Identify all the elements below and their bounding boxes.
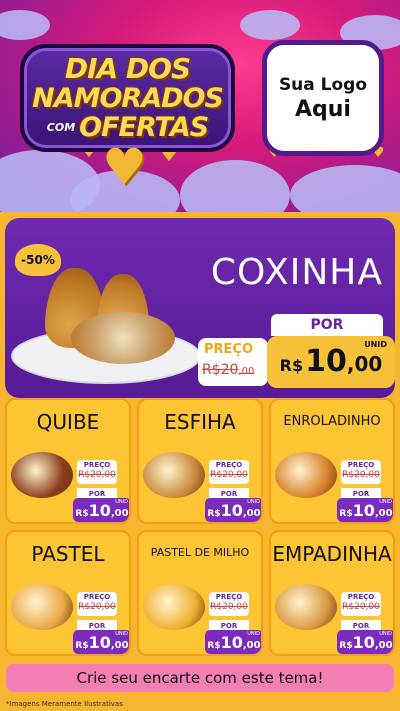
old-price: R$20,00 bbox=[78, 470, 116, 480]
old-price: R$20,00 bbox=[210, 470, 248, 480]
product-card[interactable]: ENROLADINHO PREÇO R$20,00 POR R$ 10,00 UNID bbox=[269, 398, 395, 524]
header-banner: ♥ ♥ ♥ ♥ DIA DOS NAMORADOS COM OFERTAS ♥ … bbox=[0, 0, 400, 212]
logo-text-2: Aqui bbox=[295, 96, 351, 122]
old-price: R$20,00 bbox=[342, 602, 380, 612]
logo-text-1: Sua Logo bbox=[278, 74, 368, 95]
new-price: R$ 10,00 UNID bbox=[337, 498, 393, 522]
old-price-tag: PREÇO R$20,00 bbox=[77, 460, 117, 484]
product-card[interactable]: EMPADINHA PREÇO R$20,00 POR R$ 10,00 UNID bbox=[269, 530, 395, 656]
logo-placeholder[interactable]: Sua Logo Aqui bbox=[262, 40, 384, 156]
title-line-1: DIA DOS bbox=[64, 52, 191, 85]
new-price: R$ 10,00 UNID bbox=[73, 498, 129, 522]
product-name: PASTEL DE MILHO bbox=[150, 546, 250, 559]
preco-label: PREÇO bbox=[83, 593, 111, 601]
product-name: EMPADINHA bbox=[272, 542, 392, 566]
new-price: R$ 10,00 UNID bbox=[73, 630, 129, 654]
old-price: R$20,00 bbox=[342, 470, 380, 480]
offers-panel: -50% COXINHA PREÇO R$20,00 POR R$ 10 ,00… bbox=[0, 212, 400, 711]
coxinha-image bbox=[71, 312, 175, 364]
preco-label: PREÇO bbox=[204, 342, 254, 357]
old-price-tag: PREÇO R$20,00 bbox=[209, 460, 249, 484]
product-name: PASTEL bbox=[31, 542, 105, 566]
disclaimer: *Imagens Meramente Ilustrativas bbox=[6, 700, 123, 708]
new-price: R$ 10,00 UNID bbox=[205, 630, 261, 654]
food-image bbox=[143, 452, 205, 498]
old-price-tag: PREÇO R$20,00 bbox=[341, 592, 381, 616]
product-card[interactable]: PASTEL DE MILHO PREÇO R$20,00 POR R$ 10,00 UNI… bbox=[137, 530, 263, 656]
big-heart-icon: ♥ bbox=[102, 138, 147, 196]
old-price: R$20,00 bbox=[78, 602, 116, 612]
por-label: POR bbox=[271, 314, 383, 336]
preco-label: PREÇO bbox=[215, 593, 243, 601]
discount-badge: -50% bbox=[15, 244, 61, 276]
preco-label: PREÇO bbox=[83, 461, 111, 469]
food-image bbox=[11, 584, 73, 630]
food-image bbox=[11, 452, 73, 498]
new-price: R$ 10,00 UNID bbox=[205, 498, 261, 522]
product-name: ESFIHA bbox=[164, 410, 236, 434]
featured-name: COXINHA bbox=[210, 252, 383, 293]
new-price: R$ 10,00 UNID bbox=[337, 630, 393, 654]
preco-label: PREÇO bbox=[347, 593, 375, 601]
unit-label: UNID bbox=[364, 340, 387, 349]
cta-banner[interactable]: Crie seu encarte com este tema! bbox=[6, 664, 394, 692]
title-line-2: NAMORADOS bbox=[32, 83, 224, 114]
product-card[interactable]: PASTEL PREÇO R$20,00 POR R$ 10,00 UNID bbox=[5, 530, 131, 656]
food-image bbox=[275, 584, 337, 630]
preco-label: PREÇO bbox=[215, 461, 243, 469]
title-small: COM bbox=[46, 121, 76, 134]
campaign-title: DIA DOS NAMORADOS COM OFERTAS bbox=[20, 44, 235, 152]
old-price: R$20,00 bbox=[202, 362, 255, 378]
old-price-tag: PREÇO R$20,00 bbox=[209, 592, 249, 616]
title-line-3: OFERTAS bbox=[79, 112, 209, 143]
food-image bbox=[143, 584, 205, 630]
new-price: R$ 10 ,00 UNID bbox=[267, 336, 395, 388]
preco-label: PREÇO bbox=[347, 461, 375, 469]
product-name: ENROLADINHO bbox=[283, 414, 381, 429]
product-card[interactable]: QUIBE PREÇO R$20,00 POR R$ 10,00 UNID bbox=[5, 398, 131, 524]
featured-product[interactable]: -50% COXINHA PREÇO R$20,00 POR R$ 10 ,00… bbox=[5, 218, 395, 398]
old-price: R$20,00 bbox=[210, 602, 248, 612]
old-price-tag: PREÇO R$20,00 bbox=[341, 460, 381, 484]
old-price-tag: PREÇO R$20,00 bbox=[198, 338, 268, 386]
food-image bbox=[275, 452, 337, 498]
old-price-tag: PREÇO R$20,00 bbox=[77, 592, 117, 616]
product-name: QUIBE bbox=[36, 410, 100, 434]
product-card[interactable]: ESFIHA PREÇO R$20,00 POR R$ 10,00 UNID bbox=[137, 398, 263, 524]
